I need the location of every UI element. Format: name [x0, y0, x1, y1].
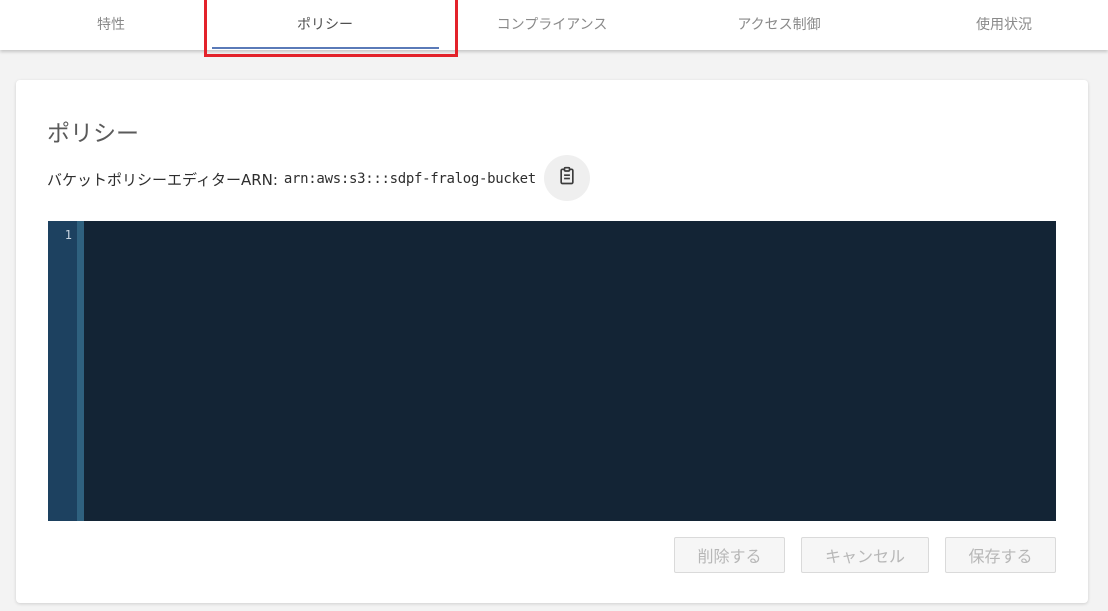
tab-policy[interactable]: ポリシー [214, 0, 436, 50]
tab-usage-label: 使用状況 [976, 17, 1032, 33]
editor-code-area[interactable] [84, 221, 1056, 521]
clipboard-icon [557, 166, 577, 190]
tab-bar: 特性 ポリシー コンプライアンス アクセス制御 使用状況 [0, 0, 1108, 50]
tab-access-control[interactable]: アクセス制御 [668, 0, 890, 50]
arn-value: arn:aws:s3:::sdpf-fralog-bucket [283, 171, 536, 187]
tab-usage[interactable]: 使用状況 [893, 0, 1108, 50]
editor-gutter: 1 [48, 221, 77, 521]
delete-button[interactable]: 削除する [674, 537, 785, 573]
tab-compliance-label: コンプライアンス [496, 17, 608, 33]
arn-row: バケットポリシーエディターARN: arn:aws:s3:::sdpf-fral… [47, 166, 536, 192]
tab-access-control-label: アクセス制御 [737, 17, 821, 33]
active-tab-indicator [212, 47, 439, 49]
cancel-button[interactable]: キャンセル [801, 537, 929, 573]
arn-label: バケットポリシーエディターARN: [47, 170, 278, 189]
active-line-marker [77, 221, 84, 521]
copy-arn-button[interactable] [544, 155, 590, 201]
tab-properties-label: 特性 [97, 17, 125, 33]
page-title: ポリシー [47, 121, 139, 147]
tab-policy-label: ポリシー [297, 17, 353, 33]
tab-properties[interactable]: 特性 [0, 0, 222, 50]
tab-compliance[interactable]: コンプライアンス [441, 0, 663, 50]
line-number: 1 [64, 228, 72, 242]
policy-card: ポリシー バケットポリシーエディターARN: arn:aws:s3:::sdpf… [16, 80, 1088, 603]
save-button[interactable]: 保存する [945, 537, 1056, 573]
policy-editor[interactable]: 1 [48, 221, 1056, 521]
